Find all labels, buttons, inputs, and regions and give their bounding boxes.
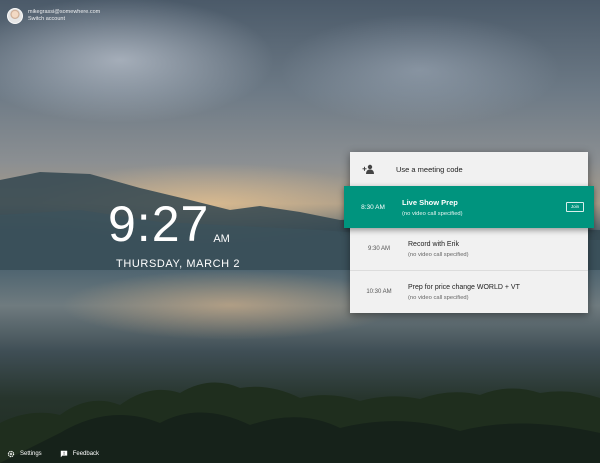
event-item-live-show-prep[interactable]: 8:30 AM Live Show Prep (no video call sp… [344, 186, 594, 228]
account-email: mikegrassi@somewhere.com [28, 9, 101, 15]
event-title: Record with Erik [408, 240, 459, 248]
settings-button[interactable]: Settings [7, 450, 42, 458]
trees-foreground [0, 382, 600, 463]
feedback-button[interactable]: Feedback [60, 450, 99, 458]
event-subtitle: (no video call specified) [402, 210, 463, 217]
event-time: 10:30 AM [366, 289, 392, 295]
clock-time: 9:27 [108, 196, 210, 252]
event-subtitle: (no video call specified) [408, 294, 469, 301]
footer-bar: Settings Feedback [7, 450, 99, 458]
feedback-icon [60, 450, 67, 458]
meeting-code-label: Use a meeting code [396, 164, 463, 174]
account-switcher[interactable]: mikegrassi@somewhere.com Switch account [7, 8, 100, 24]
event-time: 9:30 AM [367, 246, 390, 252]
event-item-prep-price-change[interactable]: 10:30 AM Prep for price change WORLD + V… [350, 270, 588, 313]
person-add-icon [362, 164, 374, 174]
clock: 9:27 AM [108, 196, 230, 252]
join-button[interactable]: Join [566, 202, 584, 212]
event-title: Prep for price change WORLD + VT [408, 283, 520, 291]
calendar-panel: Use a meeting code 8:30 AM Live Show Pre… [344, 152, 594, 313]
event-title: Live Show Prep [402, 197, 458, 207]
gear-icon [7, 450, 15, 458]
feedback-label: Feedback [72, 451, 100, 457]
settings-label: Settings [20, 451, 42, 457]
switch-account-link[interactable]: Switch account [28, 16, 100, 23]
event-subtitle: (no video call specified) [408, 251, 469, 258]
clock-ampm: AM [213, 233, 230, 245]
event-time: 8:30 AM [361, 203, 385, 211]
use-meeting-code-button[interactable]: Use a meeting code [350, 152, 588, 187]
event-item-record-with-erik[interactable]: 9:30 AM Record with Erik (no video call … [350, 228, 588, 270]
clock-date: THURSDAY, MARCH 2 [116, 258, 241, 270]
avatar [7, 8, 23, 24]
